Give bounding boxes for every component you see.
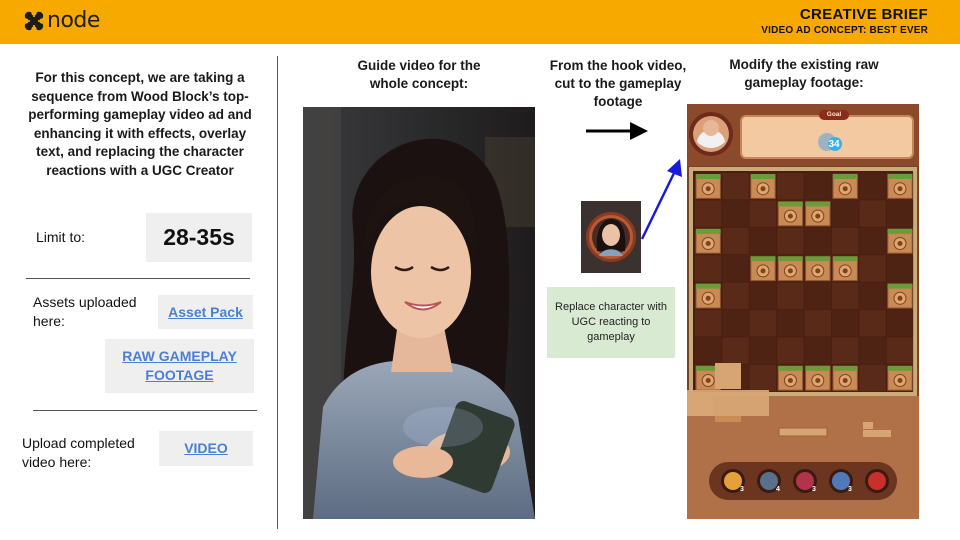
wood-block — [887, 283, 913, 309]
settings-icon[interactable] — [865, 469, 889, 493]
wood-block — [805, 201, 831, 227]
board-cell — [859, 227, 886, 255]
video-link[interactable]: VIDEO — [159, 431, 253, 466]
guide-video-title: Guide video for the whole concept: — [357, 58, 481, 91]
upload-label: Upload completed video here: — [22, 435, 135, 470]
wood-block — [832, 174, 858, 199]
header-bar: node CREATIVE BRIEF VIDEO AD CONCEPT: BE… — [0, 0, 960, 44]
vertical-divider — [277, 56, 278, 529]
node-logo: node — [24, 8, 100, 33]
booster-count: 3 — [848, 486, 852, 493]
board-cell — [777, 310, 804, 337]
board-cell — [777, 282, 804, 309]
wood-block — [777, 256, 804, 282]
board-cell — [886, 200, 914, 227]
board-cell — [832, 310, 859, 337]
goal-label: Goal — [819, 110, 849, 120]
board-cell — [695, 200, 722, 227]
wood-block — [750, 174, 776, 199]
woman-phone-illustration — [303, 107, 535, 519]
board-cell — [859, 364, 886, 392]
board-cell — [859, 255, 886, 282]
board-cell — [722, 282, 749, 309]
board-cell — [749, 282, 777, 309]
wood-block — [695, 283, 721, 309]
hook-video-title: From the hook video, cut to the gameplay… — [549, 58, 687, 109]
board-cell — [832, 337, 859, 364]
modify-footage-title: Modify the existing raw gameplay footage… — [729, 57, 879, 90]
wood-block — [695, 228, 721, 254]
limit-label: Limit to: — [36, 229, 86, 245]
board-cell — [804, 337, 831, 364]
board-cell — [749, 337, 777, 364]
brief-subtitle: VIDEO AD CONCEPT: BEST EVER — [761, 25, 928, 36]
board-cell — [832, 282, 859, 309]
board-cell — [804, 282, 831, 309]
wood-block — [805, 365, 831, 391]
goal-count: 34 — [828, 139, 840, 150]
board-cell — [832, 200, 859, 227]
logo-text: node — [47, 8, 100, 33]
board-cell — [749, 227, 777, 255]
board-cell — [695, 255, 722, 282]
board-cell — [859, 337, 886, 364]
board-cell — [886, 337, 914, 364]
board-cell — [777, 173, 804, 200]
wood-block — [887, 174, 913, 199]
board-cell — [804, 227, 831, 255]
board-cell — [722, 173, 749, 200]
raw-gameplay-footage-link[interactable]: RAW GAMEPLAY FOOTAGE — [105, 339, 254, 393]
booster-count: 4 — [776, 486, 780, 493]
booster-count: 3 — [740, 486, 744, 493]
board-cell — [749, 364, 777, 392]
divider — [33, 410, 257, 411]
board-cell — [722, 200, 749, 227]
assets-label: Assets uploaded here: — [33, 294, 137, 329]
limit-value: 28-35s — [146, 213, 252, 262]
board-cell — [777, 227, 804, 255]
blue-arrow-icon — [640, 159, 682, 240]
board-cell — [859, 200, 886, 227]
wood-block — [777, 365, 804, 391]
wood-block-board: 34 3 4 3 3 — [687, 104, 919, 519]
booster-count: 3 — [812, 486, 816, 493]
wood-block — [887, 365, 913, 391]
board-cell — [859, 173, 886, 200]
divider — [26, 278, 250, 279]
brief-title: CREATIVE BRIEF — [799, 6, 928, 23]
board-cell — [804, 310, 831, 337]
node-logo-icon — [24, 10, 44, 31]
board-cell — [722, 310, 749, 337]
board-cell — [886, 255, 914, 282]
board-cell — [749, 310, 777, 337]
board-cell — [749, 200, 777, 227]
concept-description: For this concept, we are taking a sequen… — [28, 70, 252, 178]
wood-block — [750, 256, 776, 282]
board-cell — [859, 310, 886, 337]
replace-character-note: Replace character with UGC reacting to g… — [547, 287, 675, 358]
board-cell — [722, 337, 749, 364]
wood-block — [887, 228, 913, 254]
wood-block — [832, 256, 858, 282]
board-cell — [722, 255, 749, 282]
board-cell — [832, 227, 859, 255]
board-cell — [886, 310, 914, 337]
wood-block — [695, 174, 721, 199]
board-cell — [777, 337, 804, 364]
arrow-right-icon — [586, 122, 648, 140]
board-cell — [695, 337, 722, 364]
gameplay-screenshot[interactable]: 34 3 4 3 3 Goal — [687, 104, 919, 519]
wood-block — [805, 256, 831, 282]
ugc-creator-avatar — [581, 201, 641, 273]
board-cell — [695, 310, 722, 337]
asset-pack-link[interactable]: Asset Pack — [158, 295, 253, 329]
wood-block — [832, 365, 858, 391]
board-cell — [722, 227, 749, 255]
board-cell — [859, 282, 886, 309]
guide-video-thumbnail[interactable] — [303, 107, 535, 519]
board-cell — [804, 173, 831, 200]
wood-block — [777, 201, 804, 227]
